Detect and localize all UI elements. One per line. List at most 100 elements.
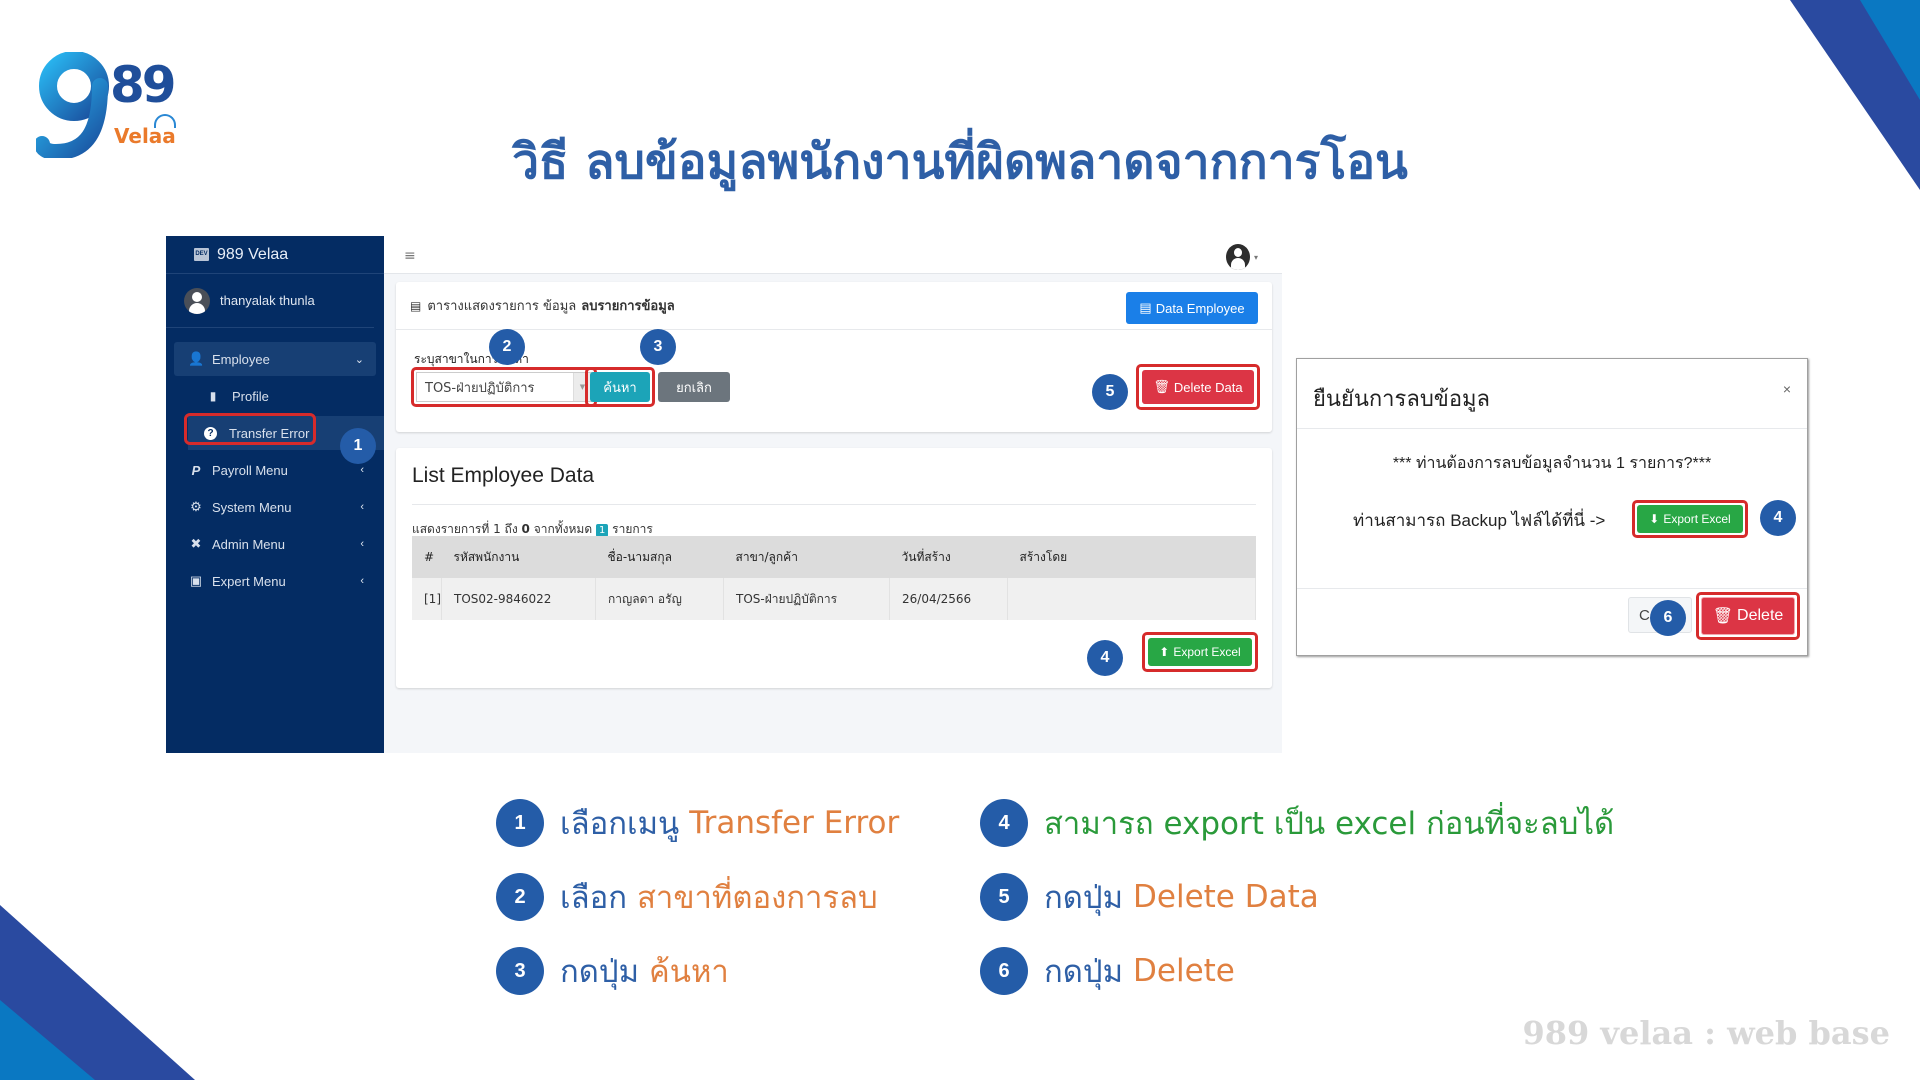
instruction-2: 2 เลือก สาขาที่ตองการลบ [496, 872, 878, 922]
table-header-row: # รหัสพนักงาน ชื่อ-นามสกุล สาขา/ลูกค้า ว… [412, 536, 1256, 578]
table-row[interactable]: [1] TOS02-9846022 กาญลดา อรัญ TOS-ฝ่ายปฏ… [412, 578, 1256, 620]
divider [412, 504, 1256, 505]
instruction-6: 6 กดปุ่ม Delete [980, 946, 1235, 996]
step-marker-3: 3 [640, 329, 676, 365]
table-icon: ▤ [410, 298, 422, 313]
list-title: List Employee Data [412, 464, 595, 487]
column-header: # [412, 536, 442, 578]
filter-card-header: ▤ ตารางแสดงรายการ ข้อมูล ลบรายการข้อมูล … [396, 282, 1272, 330]
cogs-icon: ⚙ [190, 499, 202, 514]
showing-mid: จากทั้งหมด [533, 522, 593, 536]
sidebar-item-employee[interactable]: 👤 Employee ⌄ [174, 342, 376, 376]
backup-text: ท่านสามารถ Backup ไฟล์ได้ที่นี่ -> [1353, 511, 1606, 530]
step-marker-2: 2 [489, 329, 525, 365]
table-cell [1007, 578, 1256, 620]
tutorial-slide: 89 Velaa วิธี ลบข้อมูลพนักงานที่ผิดพลาดจ… [0, 0, 1920, 1080]
sidebar-item-system-menu[interactable]: ⚙ System Menu ‹ [174, 490, 376, 524]
instruction-highlight: Delete [1133, 953, 1235, 989]
app-screenshot: DEV 989 Velaa thanyalak thunla 👤 Employe… [166, 236, 1282, 753]
instruction-text: กดปุ่ม [1044, 880, 1124, 916]
employee-table: # รหัสพนักงาน ชื่อ-นามสกุล สาขา/ลูกค้า ว… [412, 536, 1256, 620]
instruction-number: 5 [980, 873, 1028, 921]
sidebar-item-label: Profile [232, 388, 269, 404]
step-marker-5: 5 [1092, 374, 1128, 410]
sidebar-item-expert-menu[interactable]: ▣ Expert Menu ‹ [174, 564, 376, 598]
modal-message: *** ท่านต้องการลบข้อมูลจำนวน 1 รายการ?**… [1392, 455, 1712, 472]
table-cell: TOS-ฝ่ายปฏิบัติการ [723, 578, 890, 620]
sidebar-item-label: Payroll Menu [212, 462, 288, 478]
watermark: 989 velaa : web base [1522, 1014, 1890, 1052]
step-marker-1: 1 [340, 428, 376, 464]
instruction-4: 4 สามารถ export เป็น excel ก่อนที่จะลบได… [980, 798, 1614, 848]
sidebar-item-label: Expert Menu [212, 573, 286, 589]
column-header: รหัสพนักงาน [441, 536, 596, 578]
column-header: วันที่สร้าง [889, 536, 1008, 578]
step-marker-4-modal: 4 [1760, 500, 1796, 536]
highlight-box [411, 367, 597, 407]
showing-prefix: แสดงรายการที่ 1 ถึง [412, 522, 518, 536]
chevron-left-icon: ‹ [360, 464, 364, 476]
table-cell: 26/04/2566 [889, 578, 1008, 620]
highlight-box [1136, 364, 1260, 410]
step-marker-4: 4 [1087, 640, 1123, 676]
page-title: วิธี ลบข้อมูลพนักงานที่ผิดพลาดจากการโอน [512, 134, 1408, 190]
instruction-3: 3 กดปุ่ม ค้นหา [496, 946, 729, 996]
table-cell: TOS02-9846022 [441, 578, 596, 620]
caret-down-icon: ▾ [1253, 252, 1258, 262]
toolbox-icon: ▣ [189, 573, 203, 588]
sidebar: DEV 989 Velaa thanyalak thunla 👤 Employe… [166, 236, 384, 753]
sidebar-item-label: System Menu [212, 499, 292, 515]
sidebar-brand[interactable]: DEV 989 Velaa [166, 236, 384, 274]
sidebar-user[interactable]: thanyalak thunla [166, 274, 374, 328]
chevron-left-icon: ‹ [360, 538, 364, 550]
user-menu[interactable]: ▾ [1225, 244, 1258, 270]
instruction-text: เลือกเมนู [560, 806, 680, 842]
sidebar-brand-label: 989 Velaa [217, 245, 289, 263]
instruction-highlight: ค้นหา [649, 954, 729, 990]
id-badge-icon: ▮ [209, 389, 217, 403]
instruction-number: 3 [496, 947, 544, 995]
instruction-highlight: Delete Data [1133, 879, 1319, 915]
instruction-number: 4 [980, 799, 1028, 847]
modal-body: *** ท่านต้องการลบข้อมูลจำนวน 1 รายการ?**… [1297, 429, 1807, 589]
confirm-delete-modal: ยืนยันการลบข้อมูล × *** ท่านต้องการลบข้อ… [1296, 358, 1808, 656]
main-content: ≡ ▾ ▤ ตารางแสดงรายการ ข้อมูล ลบรายการข้อ… [384, 236, 1282, 753]
sidebar-user-name: thanyalak thunla [220, 293, 315, 308]
paypal-icon: P [191, 462, 201, 478]
highlight-box [1696, 592, 1800, 640]
instruction-number: 2 [496, 873, 544, 921]
tools-icon: ✖ [190, 536, 202, 551]
chevron-left-icon: ‹ [360, 575, 364, 587]
modal-title: ยืนยันการลบข้อมูล [1313, 386, 1491, 411]
highlight-box [1142, 632, 1258, 672]
instruction-5: 5 กดปุ่ม Delete Data [980, 872, 1319, 922]
filter-card-heading: ตารางแสดงรายการ ข้อมูล [427, 299, 577, 314]
instruction-text: เลือก [560, 880, 627, 916]
chevron-down-icon: ⌄ [354, 353, 364, 366]
top-navbar: ≡ ▾ [384, 236, 1282, 274]
chevron-left-icon: ‹ [360, 501, 364, 513]
sidebar-item-admin-menu[interactable]: ✖ Admin Menu ‹ [174, 527, 376, 561]
data-employee-button[interactable]: ▤ Data Employee [1126, 292, 1258, 324]
instruction-highlight: Transfer Error [689, 805, 900, 841]
filter-card-heading-bold: ลบรายการข้อมูล [581, 299, 675, 314]
hamburger-menu-icon[interactable]: ≡ [404, 248, 416, 264]
close-icon[interactable]: × [1783, 381, 1791, 397]
dev-badge-icon: DEV [194, 248, 209, 261]
cancel-button[interactable]: ยกเลิก [658, 372, 730, 402]
corner-decoration-bottom-left [0, 885, 200, 1080]
highlight-box [585, 367, 655, 407]
step-marker-6: 6 [1650, 600, 1686, 636]
highlight-box [1632, 500, 1748, 538]
user-avatar-icon [184, 287, 210, 314]
column-header: สาขา/ลูกค้า [723, 536, 890, 578]
column-header: สร้างโดย [1007, 536, 1256, 578]
showing-to: 0 [521, 522, 530, 536]
instruction-text: สามารถ export เป็น excel ก่อนที่จะลบได้ [1044, 806, 1615, 842]
column-header: ชื่อ-นามสกุล [595, 536, 724, 578]
table-icon: ▤ [1139, 300, 1152, 315]
table-cell: กาญลดา อรัญ [595, 578, 724, 620]
filter-card: ▤ ตารางแสดงรายการ ข้อมูล ลบรายการข้อมูล … [396, 282, 1272, 432]
sidebar-subitem-profile[interactable]: ▮ Profile [166, 379, 384, 413]
highlight-box [184, 413, 316, 445]
